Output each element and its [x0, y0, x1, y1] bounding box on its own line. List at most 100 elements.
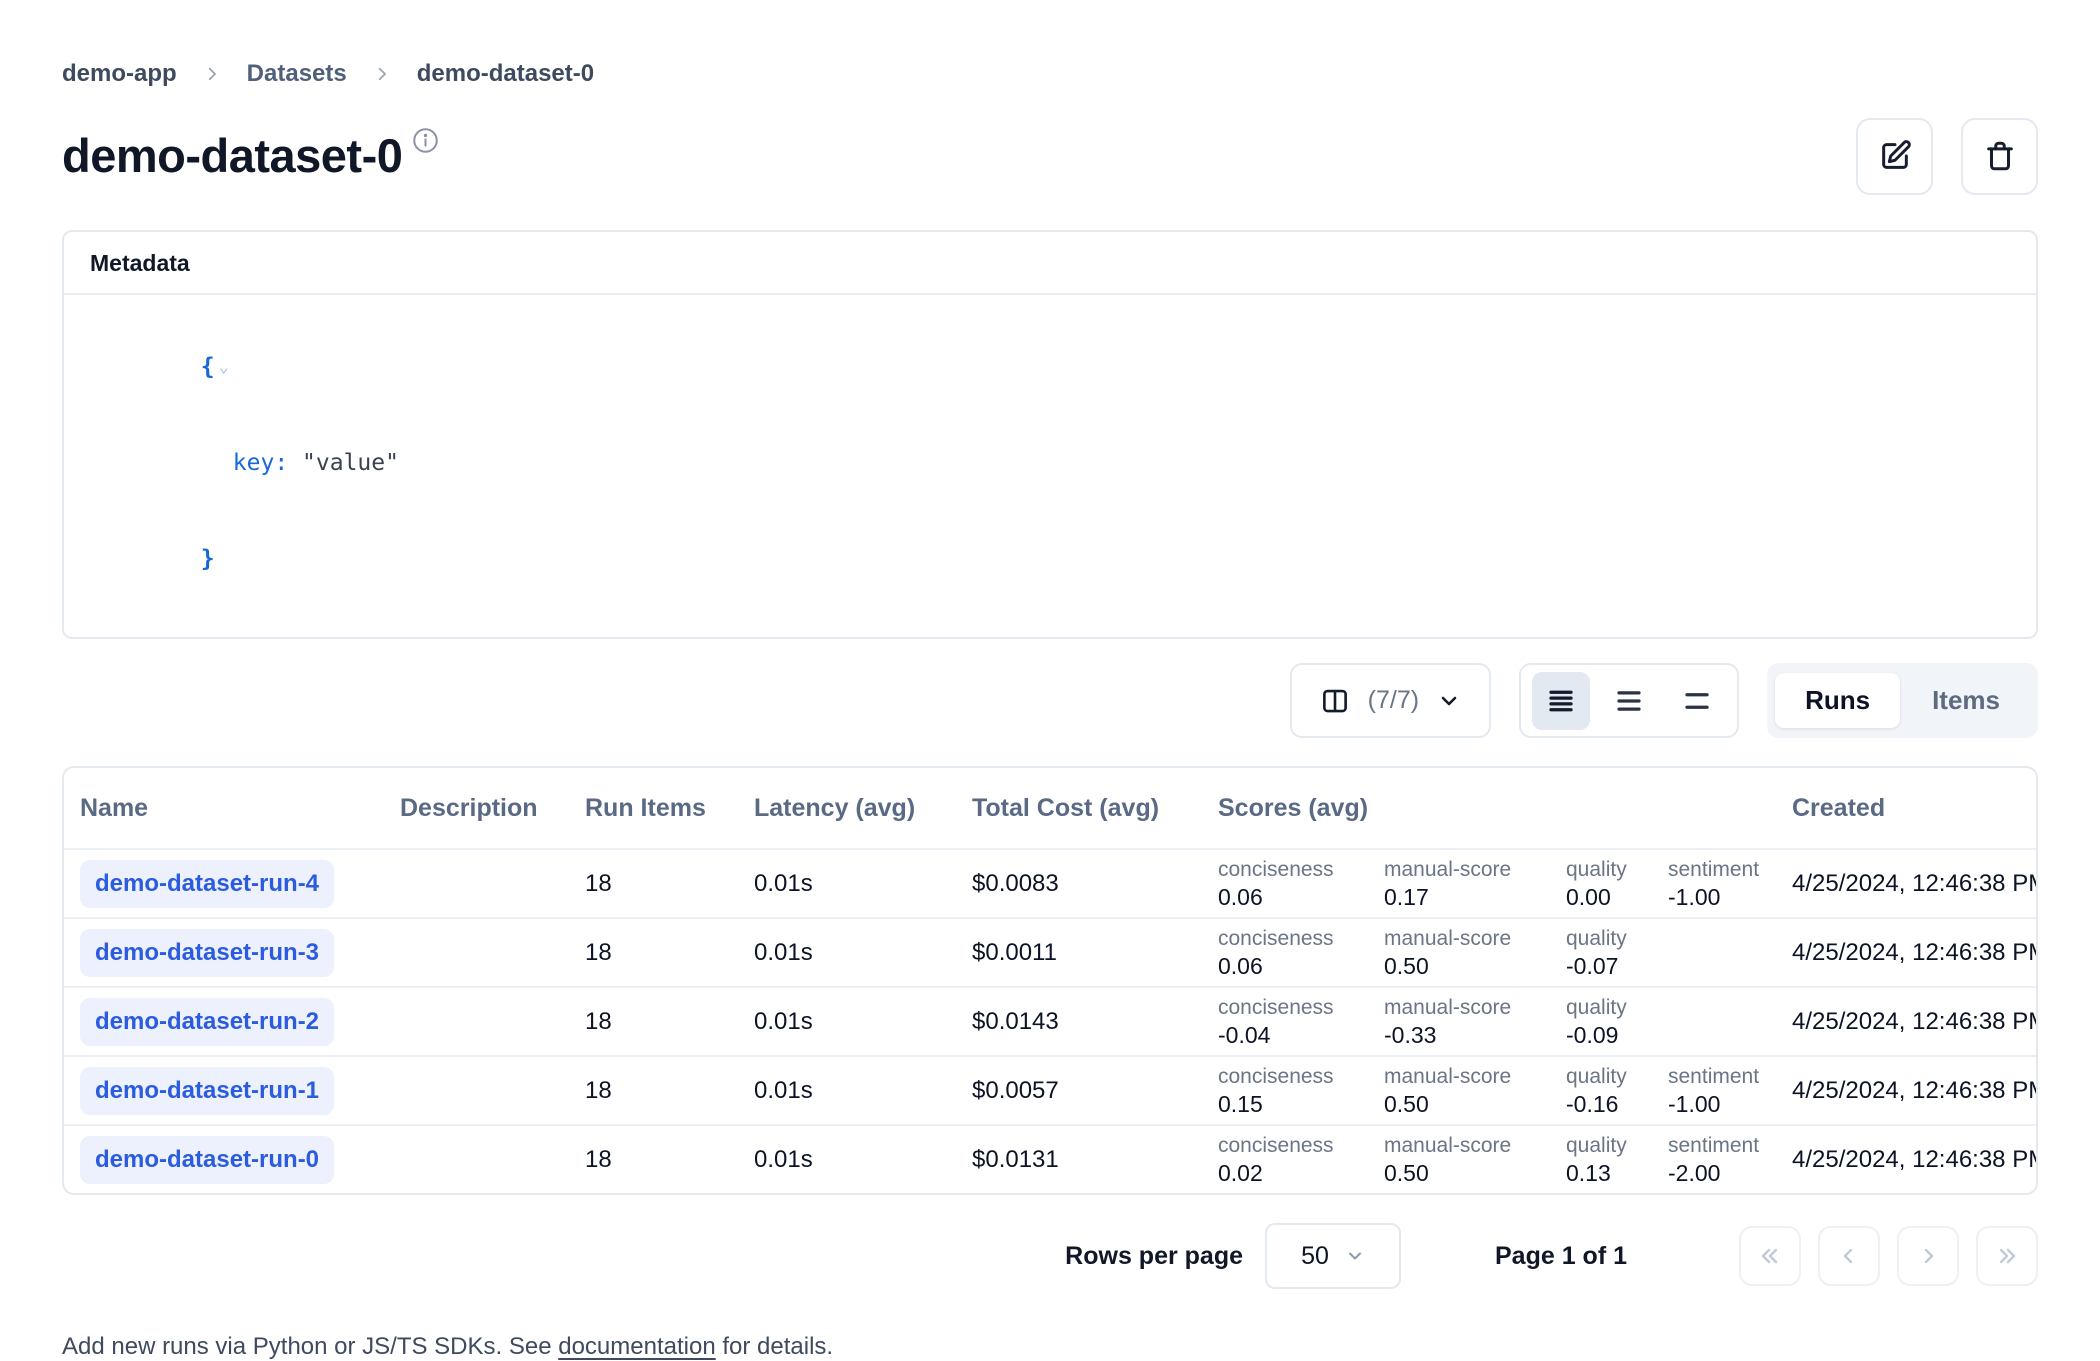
table-row[interactable]: demo-dataset-run-1 18 0.01s $0.0057 conc… — [64, 1055, 2036, 1124]
footer-note: Add new runs via Python or JS/TS SDKs. S… — [62, 1333, 2038, 1361]
latency-cell: 0.01s — [754, 1077, 972, 1105]
pager-buttons — [1739, 1226, 2038, 1286]
breadcrumb-item-project[interactable]: demo-app — [62, 60, 177, 88]
score-sentiment: sentiment-2.00 — [1668, 1133, 1792, 1187]
score-value: 0.13 — [1566, 1159, 1668, 1187]
column-header-name: Name — [80, 794, 400, 823]
rows-per-page-select[interactable]: 50 — [1265, 1223, 1401, 1289]
scores-cell: conciseness0.06manual-score0.50quality-0… — [1218, 926, 1792, 980]
run-name-link[interactable]: demo-dataset-run-2 — [80, 998, 334, 1046]
last-page-button[interactable] — [1976, 1226, 2038, 1286]
score-label: manual-score — [1384, 926, 1566, 952]
metadata-card-title: Metadata — [64, 232, 2036, 295]
row-height-dense-icon[interactable] — [1532, 672, 1590, 730]
score-conciseness: conciseness0.02 — [1218, 1133, 1384, 1187]
info-icon[interactable] — [412, 127, 439, 159]
column-visibility-button[interactable]: (7/7) — [1290, 663, 1491, 738]
score-value: -0.04 — [1218, 1021, 1384, 1049]
column-count-label: (7/7) — [1368, 686, 1419, 715]
footer-text-before: Add new runs via Python or JS/TS SDKs. S… — [62, 1333, 558, 1360]
first-page-icon — [1758, 1244, 1782, 1268]
scores-cell: conciseness-0.04manual-score-0.33quality… — [1218, 995, 1792, 1049]
table-row[interactable]: demo-dataset-run-3 18 0.01s $0.0011 conc… — [64, 917, 2036, 986]
score-label: quality — [1566, 1133, 1668, 1159]
run-name-link[interactable]: demo-dataset-run-3 — [80, 929, 334, 977]
table-row[interactable]: demo-dataset-run-4 18 0.01s $0.0083 conc… — [64, 848, 2036, 917]
column-header-scores: Scores (avg) — [1218, 794, 1792, 823]
score-quality: quality0.13 — [1566, 1133, 1668, 1187]
run-items-cell: 18 — [585, 870, 754, 898]
delete-dataset-button[interactable] — [1961, 118, 2038, 195]
table-body: demo-dataset-run-4 18 0.01s $0.0083 conc… — [64, 848, 2036, 1193]
score-quality: quality-0.07 — [1566, 926, 1668, 980]
rows-per-page-label: Rows per page — [1065, 1242, 1243, 1271]
chevron-right-icon — [373, 65, 391, 83]
score-label: quality — [1566, 926, 1668, 952]
pagination-bar: Rows per page 50 Page 1 of 1 — [62, 1223, 2038, 1289]
column-header-total-cost: Total Cost (avg) — [972, 794, 1218, 823]
prev-page-icon — [1837, 1244, 1861, 1268]
score-conciseness: conciseness0.15 — [1218, 1064, 1384, 1118]
trash-icon — [1983, 139, 2017, 173]
score-label: conciseness — [1218, 926, 1384, 952]
total-cost-cell: $0.0011 — [972, 939, 1218, 967]
row-height-tall-icon[interactable] — [1668, 672, 1726, 730]
runs-table: Name Description Run Items Latency (avg)… — [62, 766, 2038, 1195]
score-label: quality — [1566, 857, 1668, 883]
score-quality: quality0.00 — [1566, 857, 1668, 911]
score-value: 0.06 — [1218, 952, 1384, 980]
metadata-json-viewer: {⌄ key: "value" } — [64, 295, 2036, 637]
table-row[interactable]: demo-dataset-run-2 18 0.01s $0.0143 conc… — [64, 986, 2036, 1055]
documentation-link[interactable]: documentation — [558, 1333, 715, 1360]
created-cell: 4/25/2024, 12:46:38 PM — [1792, 1077, 2036, 1105]
score-label: conciseness — [1218, 1133, 1384, 1159]
json-close-brace: } — [201, 546, 215, 572]
next-page-button[interactable] — [1897, 1226, 1959, 1286]
json-value: "value" — [302, 450, 399, 476]
rows-per-page-value: 50 — [1301, 1242, 1329, 1271]
score-label: sentiment — [1668, 1064, 1792, 1090]
run-name-link[interactable]: demo-dataset-run-0 — [80, 1136, 334, 1184]
first-page-button[interactable] — [1739, 1226, 1801, 1286]
title-row: demo-dataset-0 — [62, 116, 2038, 196]
run-name-link[interactable]: demo-dataset-run-1 — [80, 1067, 334, 1115]
edit-dataset-button[interactable] — [1856, 118, 1933, 195]
total-cost-cell: $0.0143 — [972, 1008, 1218, 1036]
tab-items[interactable]: Items — [1902, 673, 2030, 728]
score-label: sentiment — [1668, 857, 1792, 883]
latency-cell: 0.01s — [754, 939, 972, 967]
table-toolbar: (7/7) Runs Items — [62, 663, 2038, 738]
run-name-link[interactable]: demo-dataset-run-4 — [80, 860, 334, 908]
run-items-cell: 18 — [585, 1146, 754, 1174]
collapse-caret-icon[interactable]: ⌄ — [219, 357, 229, 377]
score-value: 0.06 — [1218, 883, 1384, 911]
score-value: -1.00 — [1668, 883, 1792, 911]
run-items-cell: 18 — [585, 1077, 754, 1105]
score-label: manual-score — [1384, 995, 1566, 1021]
footer-text-after: for details. — [716, 1333, 833, 1360]
score-sentiment: sentiment-1.00 — [1668, 857, 1792, 911]
score-value: 0.15 — [1218, 1090, 1384, 1118]
breadcrumb-item-datasets[interactable]: Datasets — [247, 60, 347, 88]
json-key: key: — [233, 450, 288, 476]
table-row[interactable]: demo-dataset-run-0 18 0.01s $0.0131 conc… — [64, 1124, 2036, 1193]
score-label: conciseness — [1218, 995, 1384, 1021]
score-label: manual-score — [1384, 1133, 1566, 1159]
latency-cell: 0.01s — [754, 1146, 972, 1174]
row-height-medium-icon[interactable] — [1600, 672, 1658, 730]
score-quality: quality-0.09 — [1566, 995, 1668, 1049]
prev-page-button[interactable] — [1818, 1226, 1880, 1286]
score-value: 0.17 — [1384, 883, 1566, 911]
latency-cell: 0.01s — [754, 1008, 972, 1036]
score-value: -0.16 — [1566, 1090, 1668, 1118]
score-value: 0.02 — [1218, 1159, 1384, 1187]
score-manual-score: manual-score0.50 — [1384, 926, 1566, 980]
latency-cell: 0.01s — [754, 870, 972, 898]
score-label: quality — [1566, 1064, 1668, 1090]
chevron-right-icon — [203, 65, 221, 83]
tab-runs[interactable]: Runs — [1775, 673, 1900, 728]
run-items-cell: 18 — [585, 939, 754, 967]
page-title: demo-dataset-0 — [62, 125, 402, 187]
breadcrumb-item-current: demo-dataset-0 — [417, 60, 594, 88]
score-value: -0.07 — [1566, 952, 1668, 980]
